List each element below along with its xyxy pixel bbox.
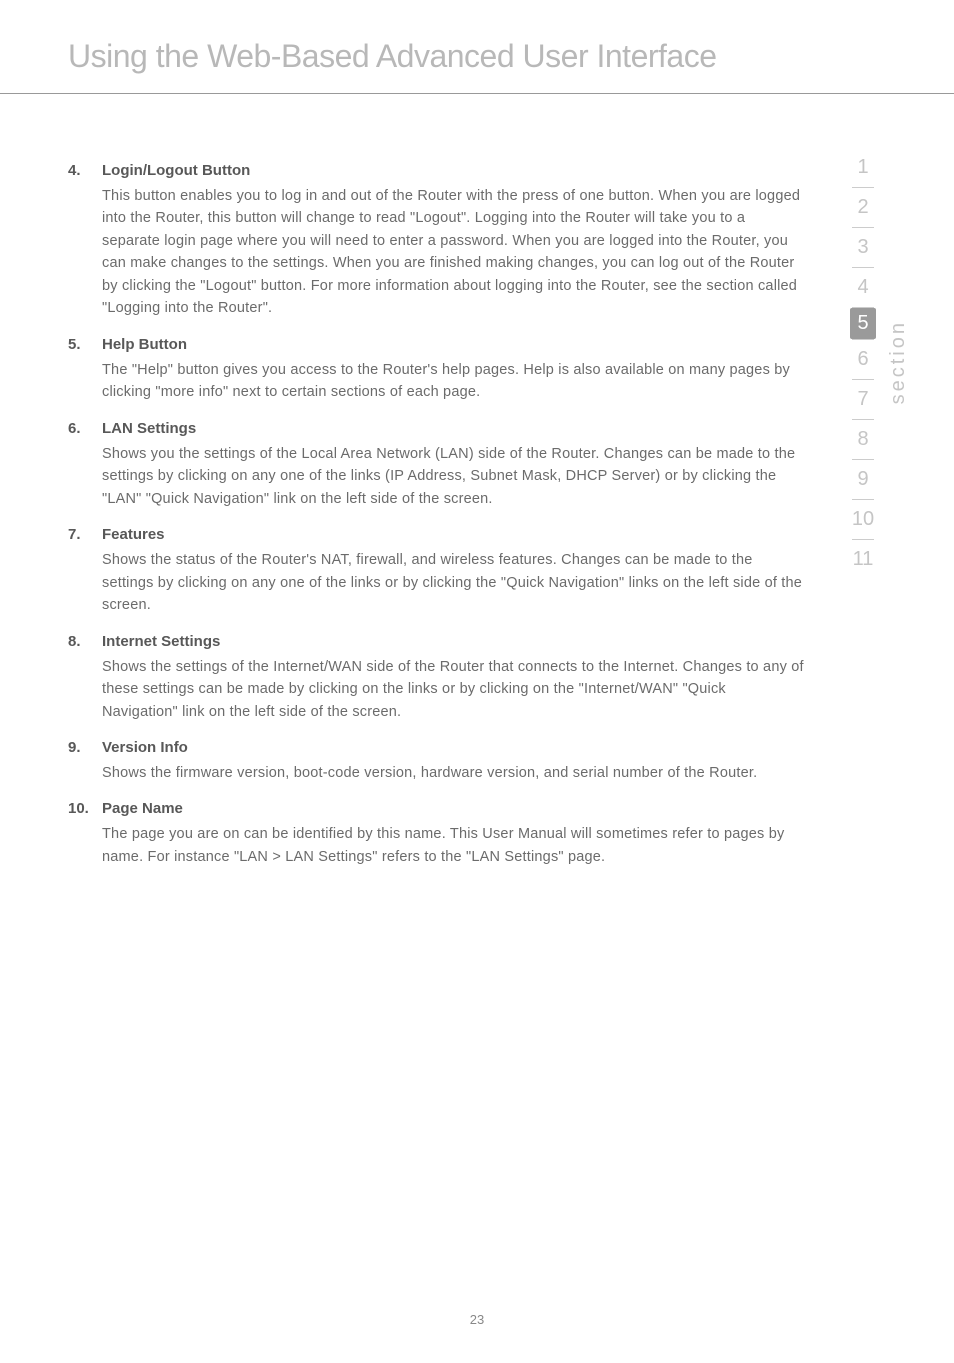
item-heading: Internet Settings <box>102 633 804 650</box>
item-number: 7. <box>68 526 102 616</box>
content-body: 4. Login/Logout Button This button enabl… <box>0 94 954 868</box>
item-7: 7. Features Shows the status of the Rout… <box>68 526 804 616</box>
item-text: The "Help" button gives you access to th… <box>102 359 804 404</box>
item-number: 9. <box>68 739 102 784</box>
item-4: 4. Login/Logout Button This button enabl… <box>68 162 804 320</box>
tab-2[interactable]: 2 <box>845 188 881 227</box>
item-heading: Page Name <box>102 800 804 817</box>
page-title: Using the Web-Based Advanced User Interf… <box>0 0 954 75</box>
item-number: 10. <box>68 800 102 868</box>
tab-9[interactable]: 9 <box>845 460 881 499</box>
item-heading: Features <box>102 526 804 543</box>
section-tabs-sidebar: 1 2 3 4 5 6 7 8 9 10 11 section <box>845 148 910 579</box>
item-10: 10. Page Name The page you are on can be… <box>68 800 804 868</box>
item-text: Shows the settings of the Internet/WAN s… <box>102 656 804 723</box>
item-heading: Help Button <box>102 336 804 353</box>
tab-5-active[interactable]: 5 <box>850 308 876 339</box>
item-text: The page you are on can be identified by… <box>102 823 804 868</box>
item-heading: Version Info <box>102 739 804 756</box>
page-number: 23 <box>0 1312 954 1327</box>
item-number: 8. <box>68 633 102 723</box>
item-number: 5. <box>68 336 102 404</box>
tabs-column: 1 2 3 4 5 6 7 8 9 10 11 <box>845 148 881 579</box>
tab-11[interactable]: 11 <box>845 540 881 579</box>
item-heading: Login/Logout Button <box>102 162 804 179</box>
item-8: 8. Internet Settings Shows the settings … <box>68 633 804 723</box>
item-text: This button enables you to log in and ou… <box>102 185 804 320</box>
section-label: section <box>887 320 910 404</box>
tab-6[interactable]: 6 <box>845 340 881 379</box>
item-heading: LAN Settings <box>102 420 804 437</box>
tab-7[interactable]: 7 <box>845 380 881 419</box>
tab-10[interactable]: 10 <box>845 500 881 539</box>
item-5: 5. Help Button The "Help" button gives y… <box>68 336 804 404</box>
tab-8[interactable]: 8 <box>845 420 881 459</box>
item-number: 4. <box>68 162 102 320</box>
item-text: Shows you the settings of the Local Area… <box>102 443 804 510</box>
item-6: 6. LAN Settings Shows you the settings o… <box>68 420 804 510</box>
tab-3[interactable]: 3 <box>845 228 881 267</box>
tab-4[interactable]: 4 <box>845 268 881 307</box>
item-number: 6. <box>68 420 102 510</box>
tab-1[interactable]: 1 <box>845 148 881 187</box>
item-9: 9. Version Info Shows the firmware versi… <box>68 739 804 784</box>
item-text: Shows the status of the Router's NAT, fi… <box>102 549 804 616</box>
item-text: Shows the firmware version, boot-code ve… <box>102 762 804 784</box>
